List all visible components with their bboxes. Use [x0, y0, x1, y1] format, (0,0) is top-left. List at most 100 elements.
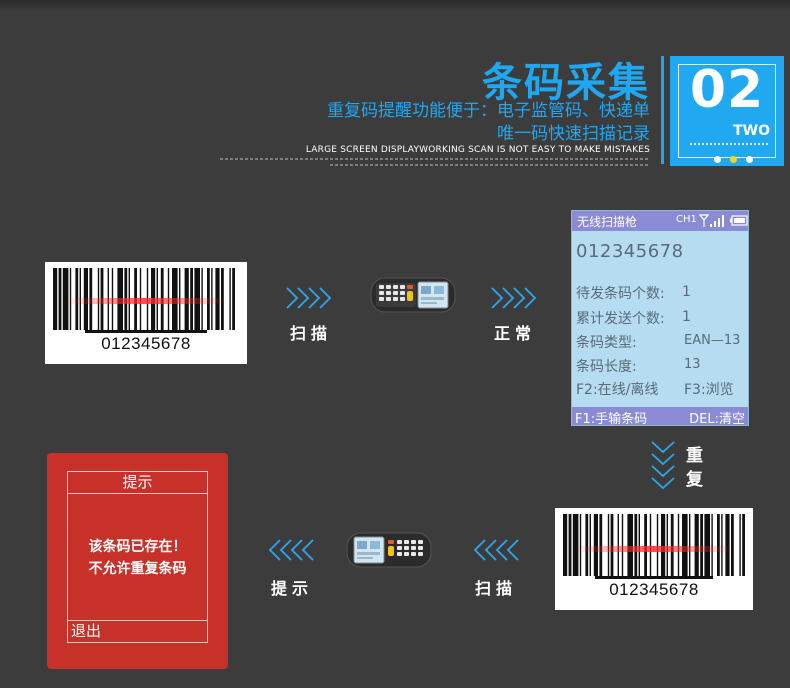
screen-row-length: 条码长度: 13 [576, 356, 701, 376]
barcode-bar [694, 514, 699, 576]
screen-row-pending: 待发条码个数: 1 [576, 283, 691, 303]
barcode-bar [670, 514, 674, 576]
f3-hint: F3:浏览 [684, 382, 734, 398]
barcode-bar [644, 514, 647, 576]
screen-title: 无线扫描枪 [577, 215, 638, 229]
barcode-bar [700, 514, 703, 576]
barcode-bar [563, 514, 568, 576]
barcode-card-2: 012345678 [555, 508, 753, 610]
barcode-bar [617, 514, 619, 576]
barcode-bar [58, 268, 62, 330]
screen-row-sent: 累计发送个数: 1 [576, 308, 691, 328]
step-label-repeat: 重复 [686, 446, 703, 490]
step-label-normal: 正常 [494, 324, 537, 343]
alert-exit-button[interactable]: 退出 [68, 620, 207, 642]
chevron-left-icon [473, 539, 519, 561]
barcode-bar [704, 514, 710, 576]
barcode-bar [656, 514, 659, 576]
screen-row-hints: F2:在线/离线 F3:浏览 [576, 379, 734, 399]
barcode-bar [634, 514, 638, 576]
section-badge: 02 TWO [670, 56, 784, 166]
chevron-right-icon [286, 287, 332, 309]
barcode-bar [725, 514, 730, 576]
badge-dot-2 [730, 156, 737, 163]
barcode-bar [585, 514, 589, 576]
barcode-bar [717, 514, 720, 576]
badge-number: 02 [689, 60, 765, 120]
type-label: 条码类型: [576, 335, 637, 351]
barcode-bar [742, 514, 745, 576]
barcode-card-1: 012345678 [45, 262, 247, 364]
screen-footer-bar: F1:手输条码 DEL:清空 [572, 407, 748, 427]
barcode-number: 012345678 [609, 580, 699, 599]
chevron-right-icon [491, 287, 537, 309]
tagline: LARGE SCREEN DISPLAYWORKING SCAN IS NOT … [305, 145, 650, 155]
battery-icon [730, 215, 748, 226]
step-label-scan-2: 扫描 [475, 579, 518, 598]
f1-hint: F1:手输条码 [575, 412, 648, 427]
handheld-scanner-icon [346, 532, 432, 568]
subtitle-line-2: 唯一码快速扫描记录 [497, 124, 650, 144]
step-label-prompt: 提示 [271, 579, 314, 598]
screen-barcode-value: 012345678 [576, 241, 684, 262]
badge-word: TWO [733, 123, 770, 139]
barcode-baseline [85, 330, 207, 333]
decorative-fine-text-line [220, 158, 650, 160]
barcode-bar [661, 514, 666, 576]
barcode-bar [229, 268, 231, 330]
step-label-scan: 扫描 [290, 324, 333, 343]
barcode-bar [711, 514, 713, 576]
barcode-baseline [595, 576, 713, 579]
alert-message-line-1: 该条码已存在！ [88, 539, 187, 555]
pending-label: 待发条码个数: [576, 286, 665, 302]
chevron-left-icon [268, 539, 314, 561]
barcode-bar [607, 514, 610, 576]
screen-title-bar: 无线扫描枪 CH1 [572, 211, 748, 231]
signal-icon [699, 214, 724, 227]
alert-message-line-2: 不允许重复条码 [88, 561, 187, 577]
barcode-bar [677, 514, 680, 576]
screen-row-type: 条码类型: EAN—13 [576, 332, 740, 352]
length-label: 条码长度: [576, 359, 637, 375]
barcode-bar [721, 514, 723, 576]
decorative-fine-text-line [330, 164, 650, 166]
handheld-scanner-icon [370, 277, 456, 313]
badge-dot-1 [714, 156, 721, 163]
badge-fine-text [690, 143, 768, 145]
barcode-bar [53, 268, 58, 330]
barcode-bar [739, 514, 741, 576]
del-hint: DEL:清空 [689, 412, 745, 427]
f2-hint: F2:在线/离线 [576, 382, 659, 398]
top-shadow [0, 0, 790, 12]
barcode-bar [589, 514, 591, 576]
scan-laser-line [65, 298, 227, 304]
barcode-number: 012345678 [101, 334, 191, 353]
pending-value: 1 [682, 284, 691, 300]
subtitle-line-1: 重复码提醒功能便于：电子监管码、快递单 [327, 101, 650, 121]
divider-bar [661, 56, 664, 164]
duplicate-alert-panel: 提示 该条码已存在！ 不允许重复条码 退出 [47, 453, 228, 669]
type-value: EAN—13 [684, 333, 741, 348]
barcode-bar [627, 514, 633, 576]
barcode-bar [579, 514, 582, 576]
barcode-bar [610, 514, 614, 576]
alert-dialog: 提示 该条码已存在！ 不允许重复条码 退出 [67, 471, 208, 643]
barcode-bar [593, 514, 598, 576]
chevron-down-icon [651, 441, 675, 490]
scanner-screen: 无线扫描枪 CH1 012345678 待发条码个数: 1 累计发送个数: 1 … [571, 210, 749, 427]
barcode-bar [638, 514, 640, 576]
barcode-bar [599, 514, 603, 576]
barcode-bar [689, 514, 691, 576]
barcode-bar [232, 268, 235, 330]
sent-label: 累计发送个数: [576, 311, 665, 327]
barcode-bar [666, 514, 668, 576]
channel-label: CH1 [676, 214, 697, 225]
alert-title: 提示 [68, 472, 207, 494]
barcode-bar [682, 514, 688, 576]
length-value: 13 [684, 357, 701, 372]
barcode-bar [649, 514, 652, 576]
barcode-bar [621, 514, 624, 576]
scan-laser-line [575, 546, 733, 552]
barcode-bar [568, 514, 572, 576]
badge-dot-3 [746, 156, 753, 163]
